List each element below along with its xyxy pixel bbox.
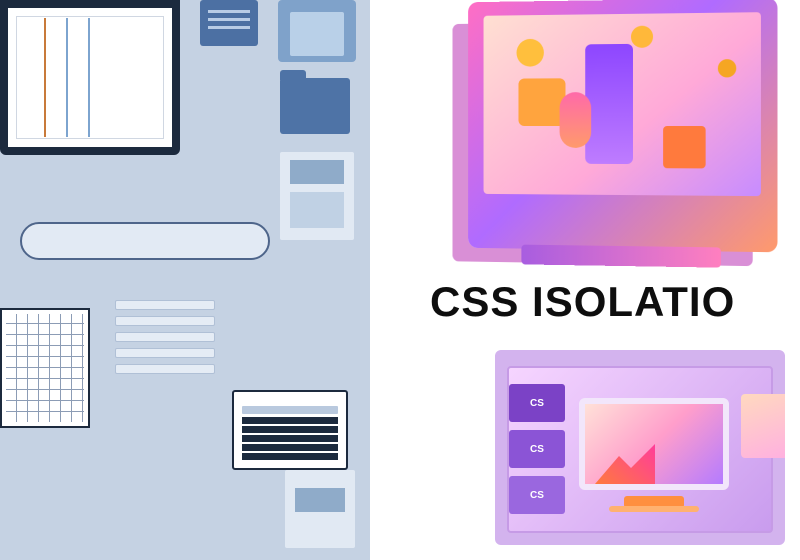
- document-card-1: [280, 152, 354, 240]
- document-card-2: [285, 470, 355, 548]
- side-card-illustration: [741, 394, 785, 458]
- small-monitor-illustration: [579, 398, 729, 508]
- spreadsheet-illustration: [0, 308, 90, 428]
- code-snippet-card: [200, 0, 258, 46]
- bar-shape-icon: [585, 44, 633, 164]
- folder-icon: [280, 78, 350, 134]
- page-title: CSS ISOLATIO: [430, 278, 735, 326]
- circle-shape-icon: [517, 39, 544, 67]
- main-display-illustration: [468, 0, 777, 252]
- left-illustration-panel: [0, 0, 370, 560]
- main-display-screen: [484, 12, 761, 196]
- display-stand: [521, 245, 721, 268]
- pill-bar: [20, 222, 270, 260]
- secondary-illustration: CS CS CS: [495, 350, 785, 545]
- right-content-panel: CSS ISOLATIO CS CS CS: [370, 0, 800, 560]
- square-shape-icon: [663, 126, 706, 168]
- text-lines-illustration: [115, 300, 215, 380]
- circle-shape-icon: [631, 26, 653, 48]
- pill-shape-icon: [560, 92, 592, 148]
- cs-badge: CS: [509, 384, 565, 422]
- monitor-illustration: [0, 0, 180, 155]
- blue-panel-card: [278, 0, 356, 62]
- square-shape-icon: [518, 78, 565, 126]
- circle-shape-icon: [718, 59, 736, 77]
- cs-badge: CS: [509, 430, 565, 468]
- keyboard-illustration: [232, 390, 348, 470]
- cs-badge: CS: [509, 476, 565, 514]
